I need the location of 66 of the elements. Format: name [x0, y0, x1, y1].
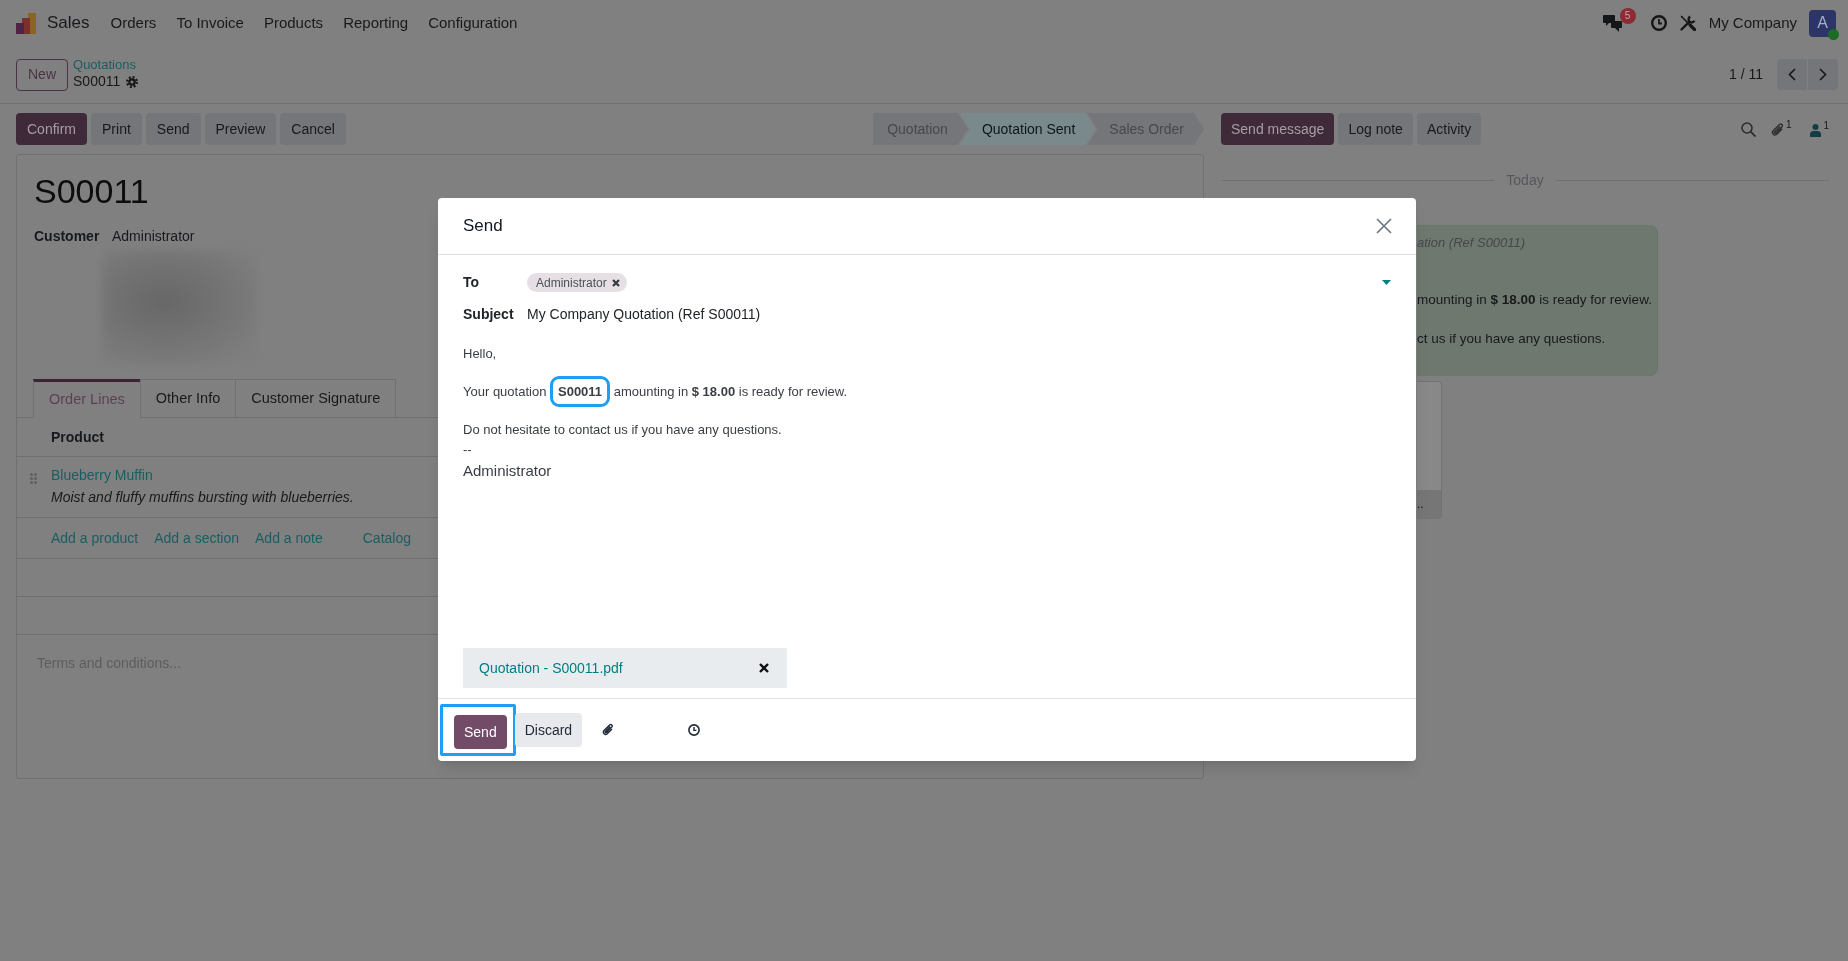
- person-icon[interactable]: [1810, 124, 1822, 137]
- message-paragraph: Do not hesitate to contact us if you have any questions.: [463, 421, 782, 439]
- activity-button[interactable]: Activity: [1416, 113, 1482, 145]
- attachment-caption: ..: [1417, 497, 1424, 511]
- record-title: S00011: [34, 171, 149, 211]
- attachment-link[interactable]: Quotation - S00011.pdf: [479, 657, 623, 679]
- recipient-tag[interactable]: Administrator: [527, 273, 627, 292]
- attachment-count: 1: [1785, 120, 1792, 130]
- tab[interactable]: Customer Signature: [235, 379, 397, 418]
- next-button[interactable]: [1808, 59, 1838, 90]
- follower-count: 1: [1823, 121, 1829, 131]
- menu-item[interactable]: To Invoice: [166, 0, 254, 46]
- new-button[interactable]: New: [16, 58, 68, 91]
- signature-separator: --: [463, 441, 472, 459]
- drag-handle-icon[interactable]: [30, 473, 37, 484]
- tab[interactable]: Other Info: [139, 379, 237, 418]
- logo-icon[interactable]: [16, 12, 36, 34]
- subject-field[interactable]: My Company Quotation (Ref S00011): [527, 300, 1391, 328]
- clock-icon[interactable]: [688, 724, 701, 736]
- caret-icon[interactable]: [1382, 280, 1391, 285]
- close-icon[interactable]: [1376, 218, 1392, 234]
- dialog-title: Send: [463, 215, 503, 238]
- wrench-screwdriver-icon[interactable]: [1679, 15, 1696, 31]
- message-paragraph: Your quotation S00011 amounting in $ 18.00 is ready for review.: [463, 376, 848, 408]
- menu-item[interactable]: Configuration: [418, 0, 528, 46]
- app-title[interactable]: Sales: [47, 0, 90, 46]
- message-paragraph: Hello,: [463, 345, 497, 363]
- menu-item[interactable]: Orders: [100, 0, 167, 46]
- user-avatar[interactable]: A: [1809, 9, 1836, 37]
- field-label: To: [463, 273, 481, 292]
- message-text: mounting in $ 18.00 is ready for review.: [1417, 291, 1652, 309]
- chevron-right-icon: [1819, 68, 1827, 81]
- paperclip-icon[interactable]: [1770, 122, 1784, 138]
- company-menu[interactable]: My Company: [1708, 11, 1797, 35]
- preview-button[interactable]: Preview: [204, 113, 277, 145]
- pager-value: 1 / 11: [1729, 65, 1763, 84]
- menu-item[interactable]: Products: [253, 0, 334, 46]
- remove-icon[interactable]: [611, 278, 620, 287]
- send-button[interactable]: Send: [454, 715, 507, 749]
- search-icon[interactable]: [1740, 121, 1756, 137]
- field-label: Customer: [34, 226, 101, 246]
- gear-icon[interactable]: [126, 75, 139, 88]
- field-label: Subject: [463, 304, 515, 324]
- confirm-button[interactable]: Confirm: [16, 113, 87, 145]
- send-button[interactable]: Send: [145, 113, 201, 145]
- product-description: Moist and fluffy muffins bursting with blueberries.: [51, 488, 354, 506]
- cancel-button[interactable]: Cancel: [280, 113, 346, 145]
- status-step[interactable]: Quotation Sent: [959, 113, 1096, 145]
- message-text: ct us if you have any questions.: [1417, 330, 1606, 348]
- log-note-button[interactable]: Log note: [1338, 113, 1413, 145]
- message-count-badge: 5: [1619, 7, 1636, 24]
- column-header: Product: [51, 427, 104, 447]
- chevron-left-icon: [1788, 68, 1796, 81]
- discard-button[interactable]: Discard: [514, 713, 583, 747]
- paperclip-icon[interactable]: [602, 723, 615, 737]
- recipients-field[interactable]: Administrator: [527, 269, 1391, 296]
- record-name: S00011: [73, 73, 121, 90]
- tab[interactable]: Order Lines: [33, 379, 141, 418]
- customer-field[interactable]: Administrator: [112, 225, 195, 247]
- signature-text: Administrator: [463, 461, 552, 481]
- chat-icon[interactable]: [1602, 14, 1622, 32]
- menu-item[interactable]: Reporting: [333, 0, 419, 46]
- send-message-button[interactable]: Send message: [1221, 113, 1335, 145]
- previous-button[interactable]: [1777, 59, 1807, 90]
- print-button[interactable]: Print: [91, 113, 142, 145]
- remove-icon[interactable]: [759, 663, 769, 673]
